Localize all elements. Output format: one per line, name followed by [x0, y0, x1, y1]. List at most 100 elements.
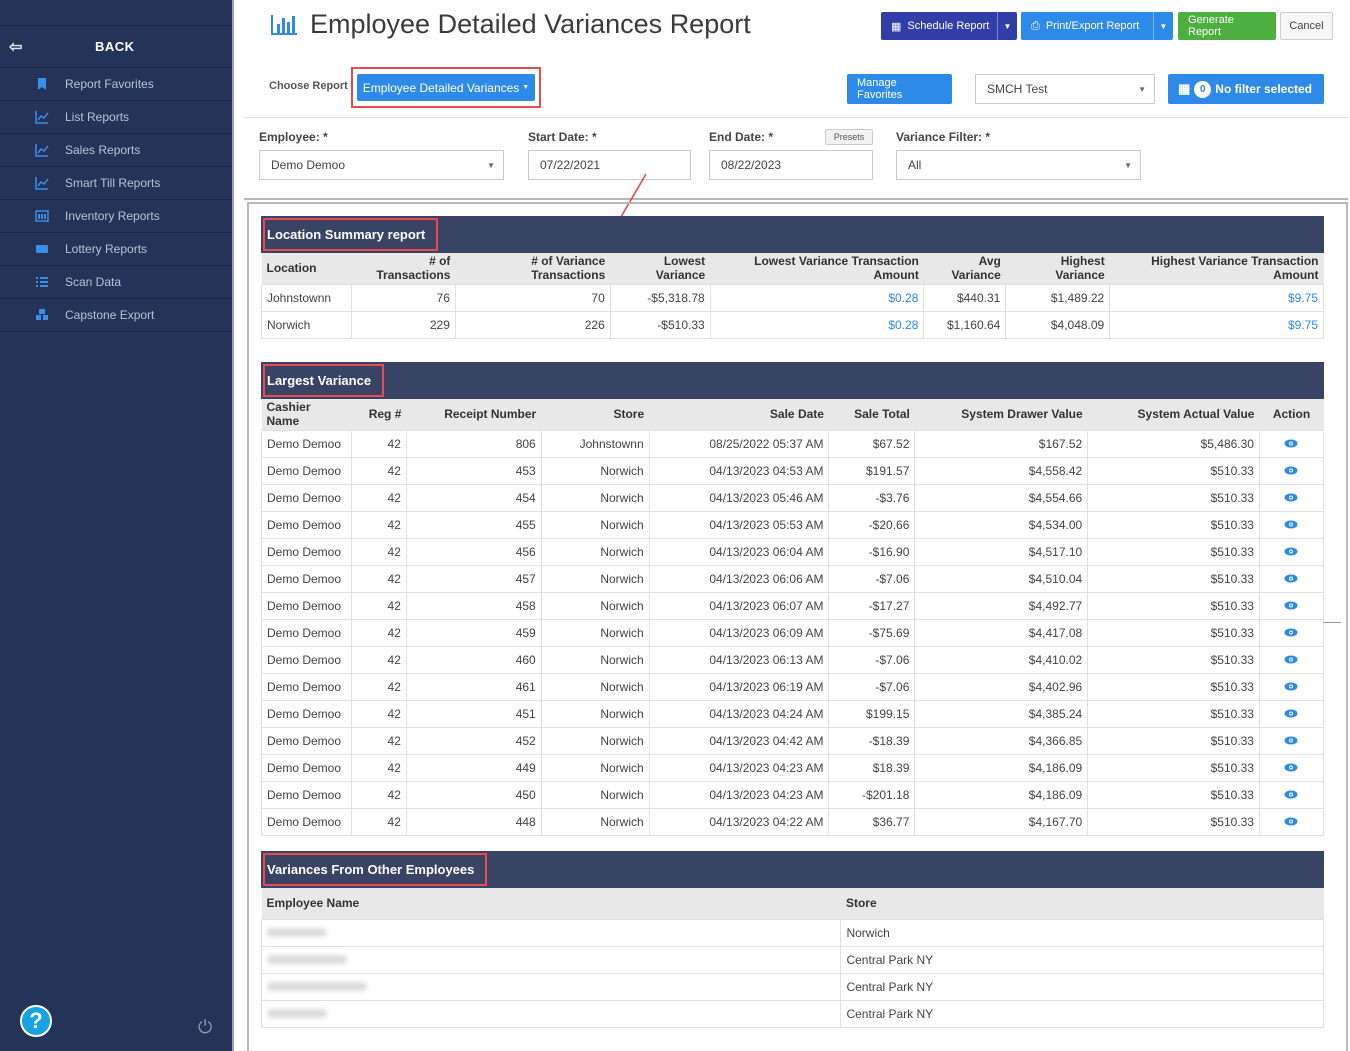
power-icon[interactable]: ⏻	[198, 1017, 218, 1037]
eye-icon[interactable]	[1284, 574, 1298, 583]
view-action-cell[interactable]	[1258, 672, 1325, 701]
back-button[interactable]: ⇦ BACK	[0, 26, 232, 68]
eye-icon[interactable]	[1284, 682, 1298, 691]
column-header[interactable]: # of Variance Transactions	[455, 253, 611, 284]
view-action-cell[interactable]	[1258, 510, 1325, 539]
column-header[interactable]: Action	[1259, 399, 1324, 430]
store-select[interactable]: SMCH Test ▼	[975, 74, 1155, 104]
manage-favorites-button[interactable]: Manage Favorites	[847, 74, 952, 104]
print-export-button[interactable]: ⎙ Print/Export Report ▼	[1021, 12, 1173, 40]
table-cell: $510.33	[1087, 537, 1260, 566]
column-header[interactable]: Store	[541, 399, 650, 430]
eye-icon[interactable]	[1284, 466, 1298, 475]
sidebar-item-label: Lottery Reports	[65, 242, 148, 256]
view-action-cell[interactable]	[1258, 456, 1325, 485]
table-cell: Norwich	[540, 699, 650, 728]
column-header[interactable]: Highest Variance Transaction Amount	[1109, 253, 1324, 284]
table-cell[interactable]: $9.75	[1109, 310, 1324, 339]
column-header[interactable]: Highest Variance	[1005, 253, 1110, 284]
scrollbar-marker[interactable]	[1323, 622, 1341, 623]
table-cell: Demo Demoo	[261, 753, 352, 782]
generate-report-button[interactable]: Generate Report	[1178, 12, 1276, 40]
eye-icon[interactable]	[1284, 655, 1298, 664]
table-cell: $510.33	[1087, 591, 1260, 620]
eye-icon[interactable]	[1284, 439, 1298, 448]
column-header[interactable]: System Drawer Value	[914, 399, 1088, 430]
caret-down-icon[interactable]: ▼	[997, 12, 1017, 40]
filter-label: No filter selected	[1215, 82, 1312, 96]
column-header[interactable]: Lowest Variance	[610, 253, 711, 284]
table-cell: Demo Demoo	[261, 429, 352, 458]
table-cell: 454	[405, 483, 542, 512]
view-action-cell[interactable]	[1258, 699, 1325, 728]
sidebar-item-smart-till-reports[interactable]: Smart Till Reports	[0, 167, 232, 200]
column-header[interactable]: Store	[840, 888, 1324, 919]
view-action-cell[interactable]	[1258, 564, 1325, 593]
table-cell[interactable]: $9.75	[1109, 283, 1324, 312]
sidebar-item-sales-reports[interactable]: Sales Reports	[0, 134, 232, 167]
end-date-input[interactable]: 08/22/2023	[709, 150, 873, 180]
location-summary-table: Location # of Transactions # of Variance T…	[261, 253, 1324, 339]
table-cell: 449	[405, 753, 542, 782]
sidebar-item-inventory-reports[interactable]: Inventory Reports	[0, 200, 232, 233]
column-header[interactable]: Cashier Name	[261, 399, 352, 430]
table-cell: 448	[405, 807, 542, 836]
caret-down-icon[interactable]: ▼	[1153, 12, 1173, 40]
view-action-cell[interactable]	[1258, 726, 1325, 755]
table-cell	[260, 918, 842, 947]
table-cell[interactable]: $0.28	[709, 283, 925, 312]
employee-select[interactable]: Demo Demoo ▼	[259, 150, 504, 180]
eye-icon[interactable]	[1284, 790, 1298, 799]
table-row: Demo Demoo 42 451 Norwich 04/13/2023 04:24 A…	[261, 699, 1325, 728]
eye-icon[interactable]	[1284, 520, 1298, 529]
cancel-button[interactable]: Cancel	[1280, 12, 1333, 40]
sidebar-item-report-favorites[interactable]: Report Favorites	[0, 68, 232, 101]
schedule-report-button[interactable]: ▦ Schedule Report ▼	[881, 12, 1017, 40]
eye-icon[interactable]	[1284, 601, 1298, 610]
column-header[interactable]: Avg Variance	[923, 253, 1006, 284]
column-header[interactable]: Sale Date	[649, 399, 829, 430]
redacted-name	[267, 954, 347, 964]
view-action-cell[interactable]	[1258, 807, 1325, 836]
view-action-cell[interactable]	[1258, 618, 1325, 647]
eye-icon[interactable]	[1284, 709, 1298, 718]
column-header[interactable]: Location	[261, 253, 352, 284]
eye-icon[interactable]	[1284, 628, 1298, 637]
view-action-cell[interactable]	[1258, 537, 1325, 566]
sidebar-item-lottery-reports[interactable]: Lottery Reports	[0, 233, 232, 266]
column-header[interactable]: Employee Name	[261, 888, 841, 919]
eye-icon[interactable]	[1284, 736, 1298, 745]
sidebar-item-scan-data[interactable]: Scan Data	[0, 266, 232, 299]
eye-icon[interactable]	[1284, 493, 1298, 502]
presets-button[interactable]: Presets	[825, 129, 873, 145]
view-action-cell[interactable]	[1258, 780, 1325, 809]
eye-icon[interactable]	[1284, 547, 1298, 556]
table-cell: $510.33	[1087, 780, 1260, 809]
column-header[interactable]: Sale Total	[828, 399, 915, 430]
column-header[interactable]: # of Transactions	[351, 253, 456, 284]
variance-filter-select[interactable]: All ▼	[896, 150, 1141, 180]
eye-icon[interactable]	[1284, 763, 1298, 772]
view-action-cell[interactable]	[1258, 429, 1325, 458]
eye-icon[interactable]	[1284, 817, 1298, 826]
column-header[interactable]: Lowest Variance Transaction Amount	[710, 253, 924, 284]
table-cell: 42	[350, 672, 407, 701]
filter-button[interactable]: ▦ 0 No filter selected	[1168, 74, 1324, 104]
view-action-cell[interactable]	[1258, 483, 1325, 512]
caret-down-icon: ▼	[1124, 160, 1132, 170]
table-cell: $4,186.09	[914, 780, 1089, 809]
choose-report-dropdown[interactable]: Employee Detailed Variances ▼	[357, 74, 535, 101]
sidebar-item-list-reports[interactable]: List Reports	[0, 101, 232, 134]
column-header[interactable]: System Actual Value	[1087, 399, 1260, 430]
help-icon[interactable]: ?	[20, 1005, 52, 1037]
table-cell: 42	[350, 618, 407, 647]
sidebar-item-capstone-export[interactable]: Capstone Export	[0, 299, 232, 332]
column-header[interactable]: Reg #	[351, 399, 407, 430]
column-header[interactable]: Receipt Number	[406, 399, 542, 430]
table-cell[interactable]: $0.28	[709, 310, 925, 339]
view-action-cell[interactable]	[1258, 591, 1325, 620]
view-action-cell[interactable]	[1258, 753, 1325, 782]
start-date-label: Start Date: *	[528, 130, 597, 144]
view-action-cell[interactable]	[1258, 645, 1325, 674]
table-cell: $510.33	[1087, 699, 1260, 728]
